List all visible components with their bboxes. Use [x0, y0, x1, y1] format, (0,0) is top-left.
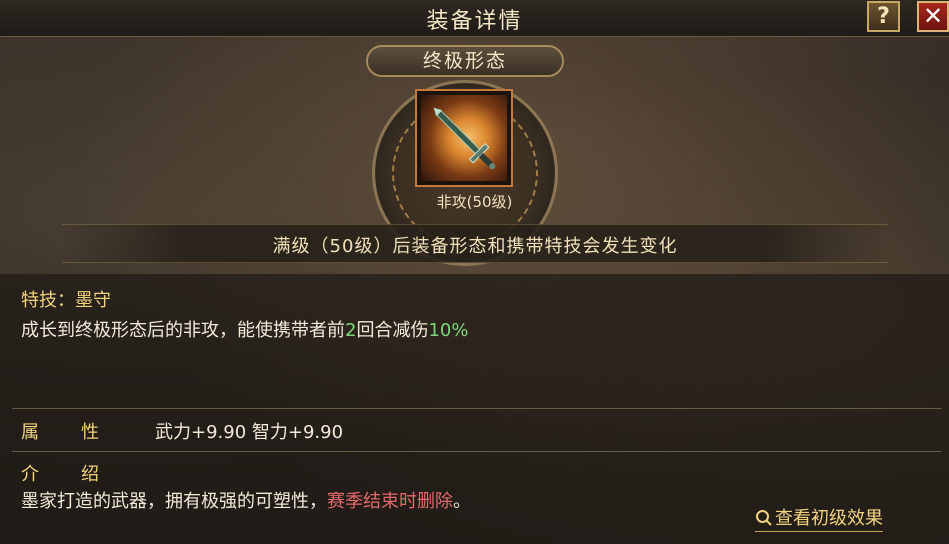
- equipment-icon-frame[interactable]: [415, 89, 513, 187]
- level-note-bar: 满级（50级）后装备形态和携带特技会发生变化: [62, 224, 888, 263]
- skill-desc-mid: 回合减伤: [356, 320, 429, 341]
- sword-icon: [421, 95, 507, 181]
- divider: [12, 451, 942, 452]
- skill-description: 成长到终极形态后的非攻，能使携带者前2回合减伤10%: [21, 316, 468, 342]
- view-initial-effect-label: 查看初级效果: [775, 508, 883, 529]
- skill-title: 特技：墨守: [21, 290, 111, 311]
- attributes-label: 属性: [21, 422, 141, 443]
- divider: [12, 408, 942, 409]
- skill-reduction: 10%: [428, 320, 469, 341]
- search-icon: [756, 510, 772, 526]
- header-bar: 装备详情 ? ✕: [0, 0, 949, 37]
- intro-warning: 赛季结束时删除: [327, 491, 453, 512]
- form-banner: 终极形态: [366, 45, 564, 77]
- intro-description: 墨家打造的武器，拥有极强的可塑性，赛季结束时删除。: [21, 487, 471, 513]
- close-button[interactable]: ✕: [917, 1, 949, 32]
- attributes-value: 武力+9.90 智力+9.90: [155, 422, 344, 443]
- view-initial-effect-link[interactable]: 查看初级效果: [755, 504, 883, 532]
- intro-end: 。: [453, 491, 471, 512]
- equipment-name: 非攻(50级): [436, 193, 513, 211]
- help-button[interactable]: ?: [867, 1, 900, 32]
- intro-desc-text: 墨家打造的武器，拥有极强的可塑性，: [21, 491, 327, 512]
- skill-desc-prefix: 成长到终极形态后的非攻，能使携带者前: [21, 320, 345, 341]
- intro-label: 介绍: [21, 464, 141, 485]
- skill-rounds: 2: [345, 320, 357, 341]
- page-title: 装备详情: [426, 9, 523, 34]
- level-note-text: 满级（50级）后装备形态和携带特技会发生变化: [272, 236, 678, 257]
